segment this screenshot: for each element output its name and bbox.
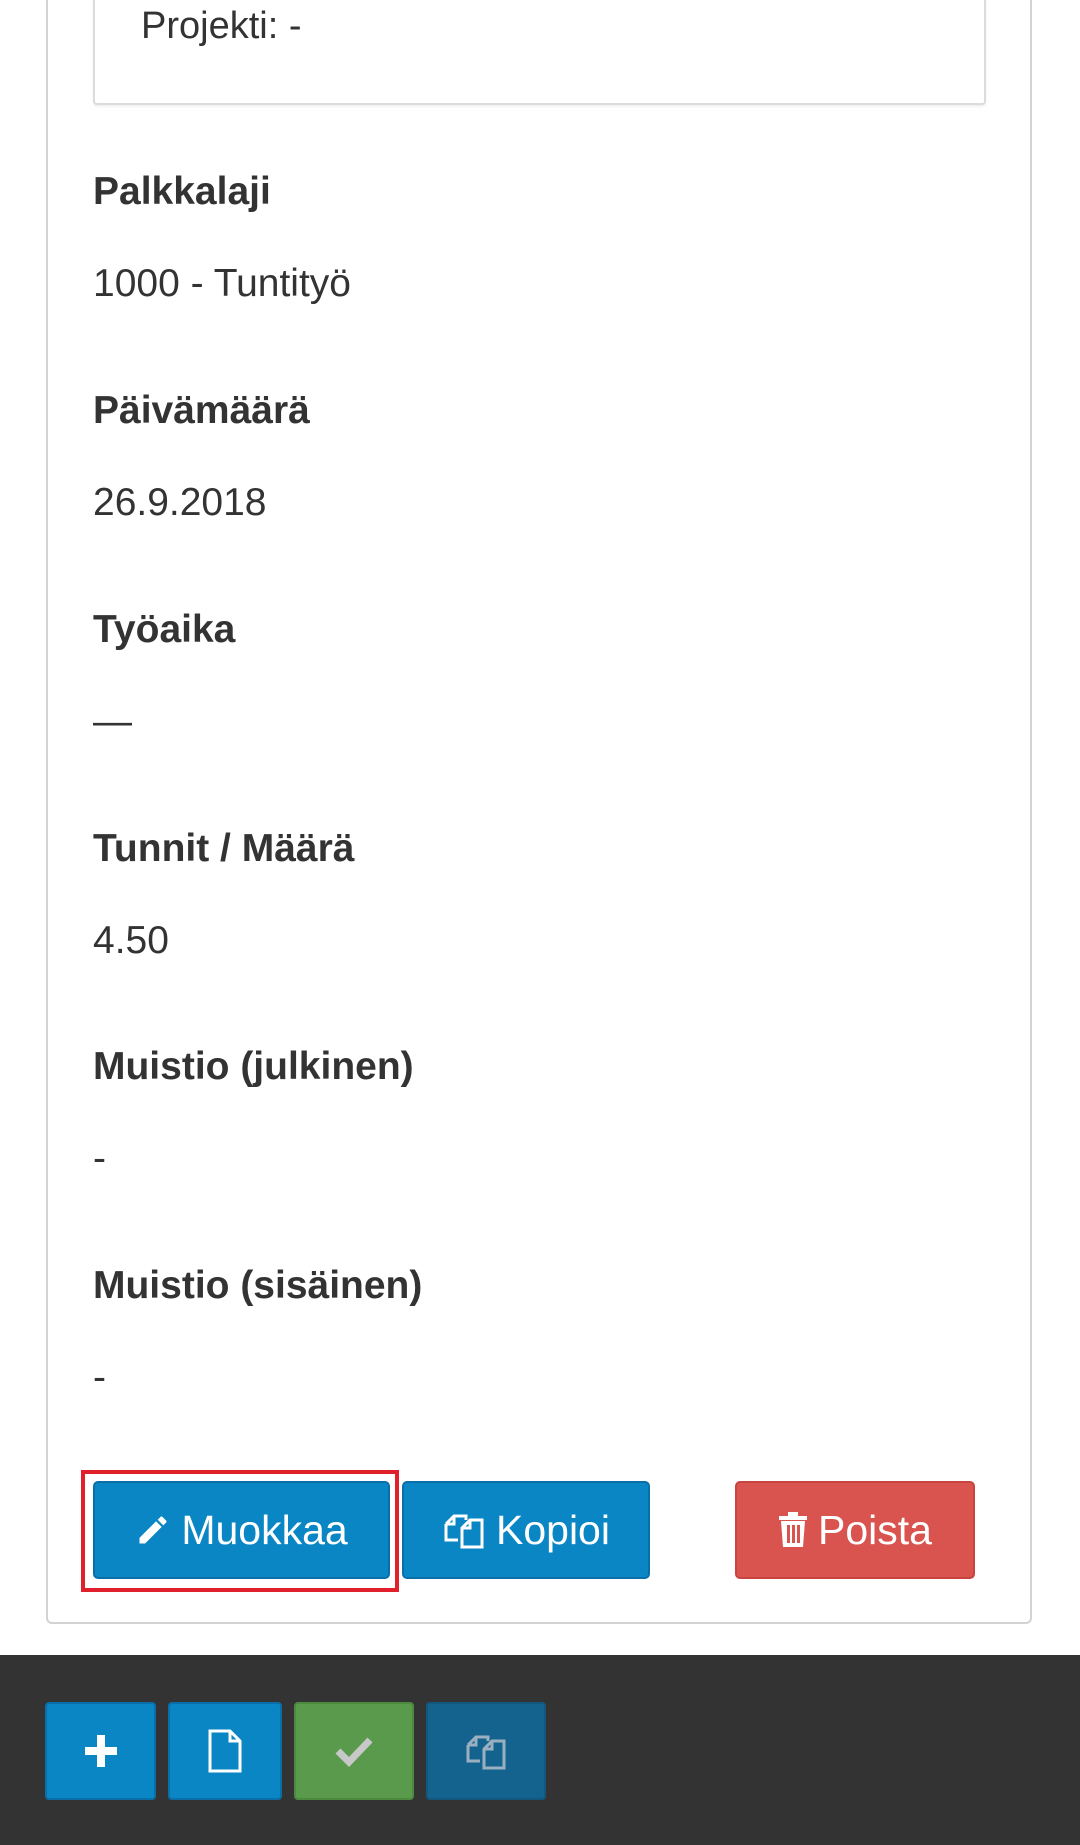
edit-button[interactable]: Muokkaa [93, 1481, 390, 1579]
bottom-toolbar [0, 1655, 1080, 1845]
field-label-public-memo: Muistio (julkinen) [93, 1045, 414, 1088]
time-entry-page: Projekti: - Palkkalaji 1000 - Tuntityö P… [0, 0, 1080, 1845]
duplicate-button[interactable] [426, 1702, 546, 1800]
field-value-public-memo: - [93, 1137, 106, 1180]
trash-icon [778, 1512, 808, 1548]
project-line: Projekti: - [141, 5, 302, 47]
field-value-work-time: — [93, 700, 132, 743]
field-value-hours: 4.50 [93, 919, 169, 962]
copy-icon [442, 1510, 486, 1550]
delete-button-label: Poista [818, 1506, 932, 1553]
field-label-hours: Tunnit / Määrä [93, 827, 355, 870]
delete-button[interactable]: Poista [735, 1481, 975, 1579]
checkmark-icon [334, 1735, 374, 1767]
field-label-work-time: Työaika [93, 608, 236, 651]
field-label-wage-type: Palkkalaji [93, 170, 271, 213]
field-value-internal-memo: - [93, 1356, 106, 1399]
copy-button[interactable]: Kopioi [402, 1481, 650, 1579]
field-label-internal-memo: Muistio (sisäinen) [93, 1264, 423, 1307]
field-value-wage-type: 1000 - Tuntityö [93, 262, 351, 305]
pencil-icon [135, 1512, 171, 1548]
approve-button[interactable] [294, 1702, 414, 1800]
entry-card [46, 0, 1032, 1624]
field-label-date: Päivämäärä [93, 389, 310, 432]
new-document-button[interactable] [168, 1702, 282, 1800]
copy-icon [464, 1731, 508, 1771]
copy-button-label: Kopioi [496, 1506, 610, 1553]
document-icon [207, 1729, 243, 1773]
plus-icon [83, 1733, 119, 1769]
edit-button-label: Muokkaa [181, 1506, 348, 1553]
add-button[interactable] [45, 1702, 156, 1800]
field-value-date: 26.9.2018 [93, 481, 267, 524]
